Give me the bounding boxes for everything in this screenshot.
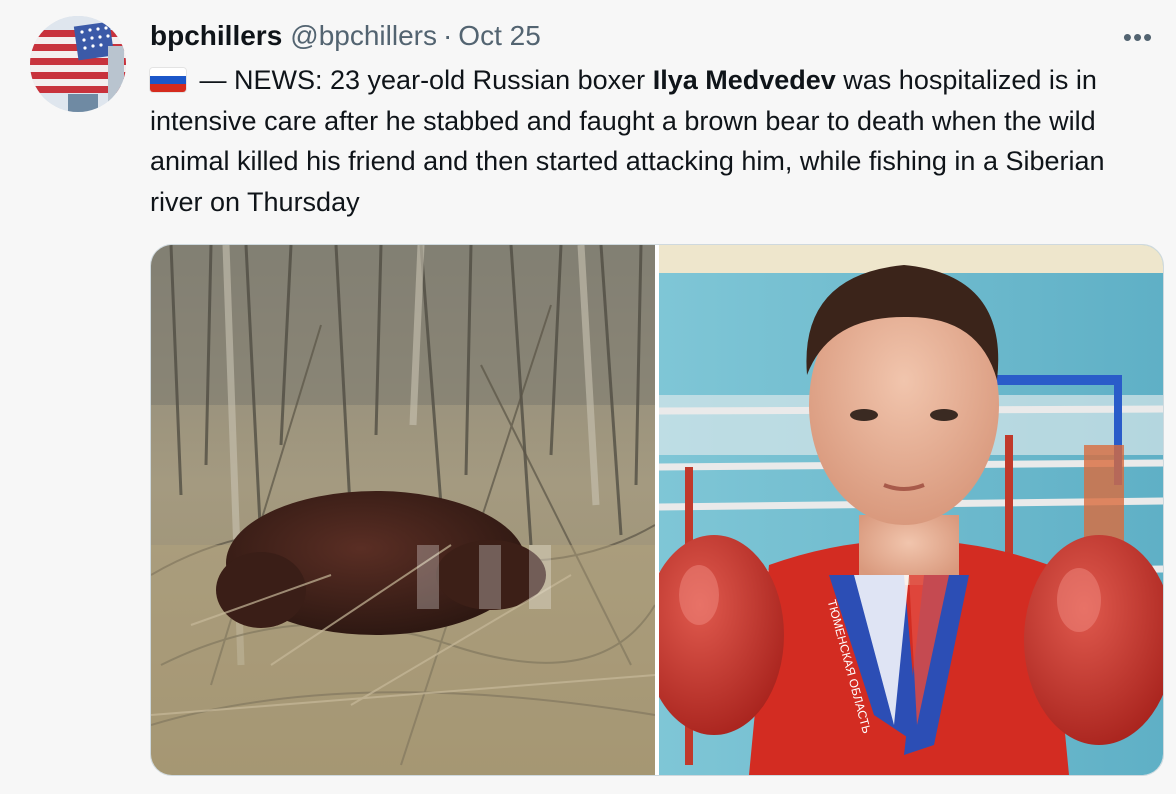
tweet-text-part-1: — NEWS: 23 year-old Russian boxer (192, 65, 653, 95)
display-name[interactable]: bpchillers (150, 20, 282, 52)
separator-dot: · (442, 20, 453, 51)
tweet-text: — NEWS: 23 year-old Russian boxer Ilya M… (150, 60, 1160, 222)
boxer-portrait-photo[interactable]: ТЮМЕНСКАЯ ОБЛАСТЬ (659, 245, 1163, 775)
tweet-header: bpchillers @bpchillers · Oct 25 (150, 18, 541, 54)
russia-flag-icon (150, 68, 186, 92)
tweet-text-bold-name: Ilya Medvedev (652, 65, 836, 95)
tweet-date[interactable]: Oct 25 (458, 20, 540, 52)
tweet-media[interactable]: ТЮМЕНСКАЯ ОБЛАСТЬ (150, 244, 1164, 776)
american-flag-avatar-icon (30, 16, 126, 112)
more-options-icon[interactable]: ••• (1118, 22, 1158, 52)
user-handle[interactable]: @bpchillers (290, 20, 437, 52)
bear-in-forest-photo[interactable] (151, 245, 655, 775)
avatar[interactable] (30, 16, 126, 112)
